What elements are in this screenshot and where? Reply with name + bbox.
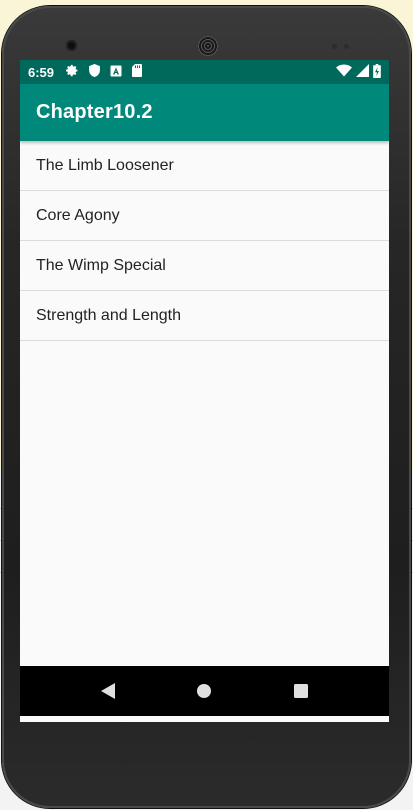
wifi-icon <box>336 64 352 80</box>
status-time: 6:59 <box>28 64 55 80</box>
back-icon[interactable] <box>95 678 121 704</box>
recents-icon[interactable] <box>288 678 314 704</box>
list-item[interactable]: The Limb Loosener <box>20 141 389 191</box>
list-item[interactable]: Core Agony <box>20 191 389 241</box>
list-item[interactable]: Strength and Length <box>20 291 389 341</box>
shield-icon <box>89 64 100 80</box>
gear-icon <box>66 64 79 80</box>
sd-card-icon <box>132 64 143 80</box>
cell-signal-icon <box>356 64 369 80</box>
sensor <box>332 44 337 49</box>
navigation-bar <box>20 666 389 716</box>
app-title: Chapter10.2 <box>36 101 153 123</box>
a-badge-icon <box>110 65 122 80</box>
status-bar: 6:59 <box>20 60 389 84</box>
app-bar: Chapter10.2 <box>20 84 389 141</box>
front-camera <box>66 40 77 51</box>
list-item[interactable]: The Wimp Special <box>20 241 389 291</box>
battery-icon <box>373 63 381 81</box>
sensor <box>344 44 349 49</box>
device-screen: 6:59 Chapter10.2 The Limb Loosener Core … <box>20 60 389 722</box>
workout-list: The Limb Loosener Core Agony The Wimp Sp… <box>20 141 389 341</box>
home-icon[interactable] <box>191 678 217 704</box>
earpiece-speaker <box>198 36 218 56</box>
